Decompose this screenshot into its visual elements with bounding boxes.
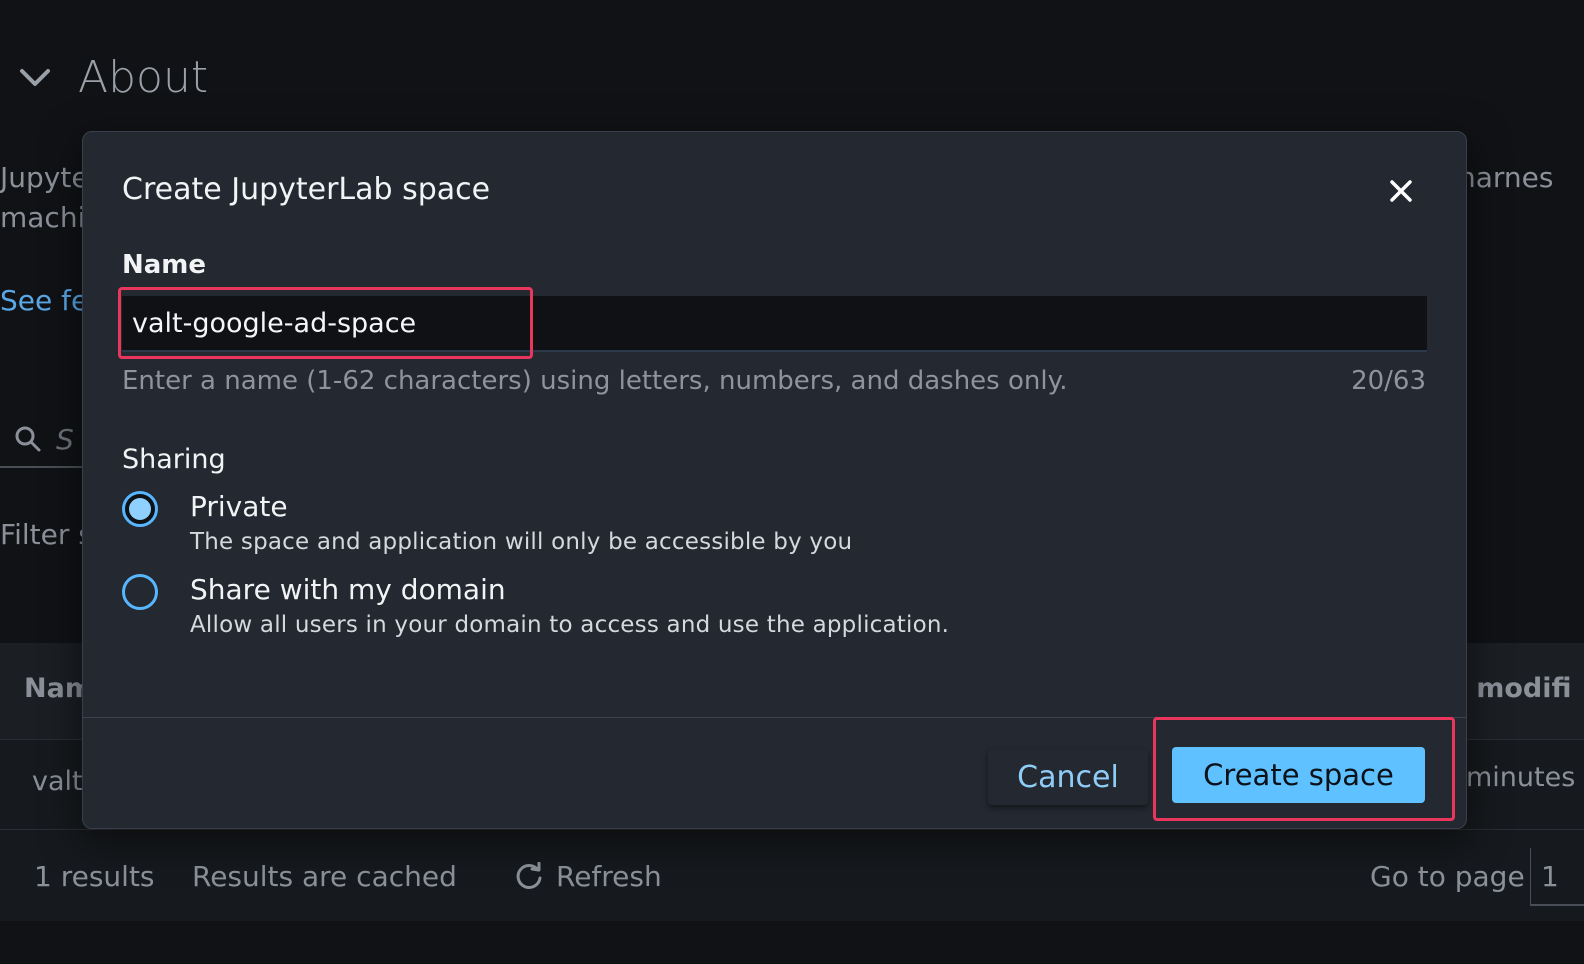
row-name-cell[interactable]: valt [32, 766, 83, 797]
about-section-header[interactable]: About [18, 52, 208, 103]
option-description: The space and application will only be a… [190, 529, 853, 555]
radio-private-text: Private The space and application will o… [190, 489, 852, 555]
search-input[interactable]: S [0, 412, 90, 468]
goto-page-input[interactable]: 1 [1530, 848, 1584, 906]
goto-page-label: Go to page [1370, 860, 1525, 893]
radio-domain-text: Share with my domain Allow all users in … [190, 572, 949, 638]
page: About Jupyte machi harnes See fe S Filte… [0, 0, 1584, 964]
about-description-line2: machi [0, 201, 86, 234]
close-icon [1390, 180, 1412, 202]
radio-selected-dot [129, 498, 151, 520]
search-placeholder: S [56, 422, 74, 456]
option-label: Share with my domain [190, 573, 506, 606]
about-title: About [78, 52, 209, 103]
sharing-option-domain[interactable]: Share with my domain Allow all users in … [122, 572, 949, 638]
space-name-input[interactable] [122, 296, 1427, 352]
radio-private[interactable] [122, 491, 158, 527]
create-space-dialog: Create JupyterLab space Name Enter a nam… [82, 131, 1467, 829]
filter-label: Filter s [0, 518, 93, 551]
name-field-label: Name [122, 250, 207, 280]
refresh-button[interactable]: Refresh [514, 860, 662, 893]
name-character-counter: 20/63 [1351, 366, 1426, 396]
name-constraint-hint: Enter a name (1-62 characters) using let… [122, 366, 1068, 396]
search-icon [15, 426, 41, 452]
option-label: Private [190, 490, 288, 523]
close-button[interactable] [1383, 173, 1419, 209]
radio-share-with-domain[interactable] [122, 574, 158, 610]
sharing-label: Sharing [122, 444, 226, 475]
results-cached-note: Results are cached [192, 860, 457, 893]
about-description-line1: Jupyte [0, 161, 89, 194]
dialog-title: Create JupyterLab space [122, 172, 491, 207]
refresh-label: Refresh [556, 860, 662, 893]
about-description: Jupyte machi [0, 158, 89, 238]
create-space-button[interactable]: Create space [1172, 747, 1425, 803]
table-footer: 1 results Results are cached Refresh Go … [0, 829, 1584, 921]
refresh-icon [516, 861, 542, 889]
option-description: Allow all users in your domain to access… [190, 612, 950, 638]
results-count: 1 results [34, 860, 155, 893]
column-header-modified[interactable]: : modifi [1456, 673, 1571, 704]
about-description-right: harnes [1458, 161, 1554, 194]
chevron-down-icon[interactable] [18, 61, 52, 95]
see-features-link[interactable]: See fe [0, 284, 88, 317]
sharing-option-private[interactable]: Private The space and application will o… [122, 489, 852, 555]
row-modified-cell: minutes [1466, 762, 1576, 793]
dialog-footer-divider [83, 717, 1466, 718]
cancel-button[interactable]: Cancel [988, 749, 1148, 805]
